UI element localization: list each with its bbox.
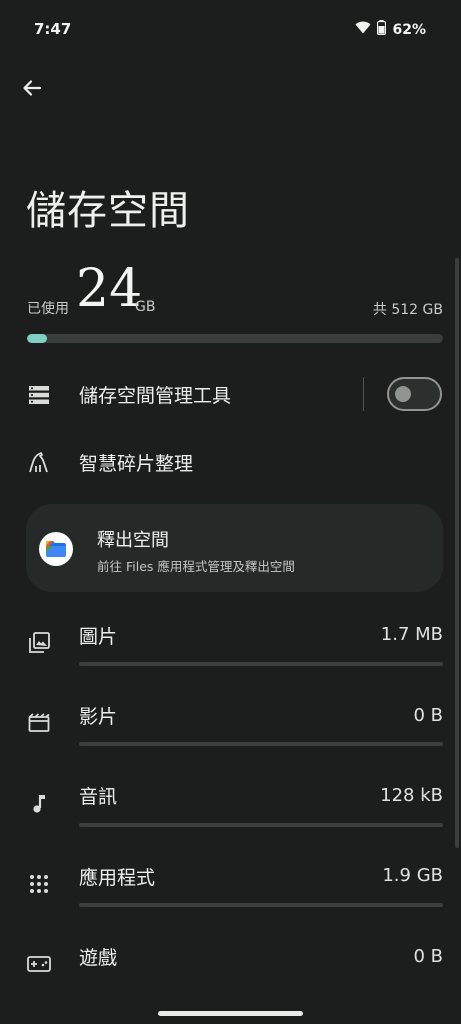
smart-defrag-label: 智慧碎片整理 — [79, 453, 194, 475]
total-capacity: 共 512 GB — [372, 302, 443, 318]
storage-icon — [25, 381, 53, 409]
used-label: 已使用 — [27, 301, 69, 317]
storage-manager-label: 儲存空間管理工具 — [79, 385, 232, 407]
arrow-left-icon — [22, 78, 42, 102]
toggle-knob — [395, 386, 411, 402]
storage-manager-toggle[interactable] — [387, 377, 442, 411]
category-value: 0 B — [413, 946, 443, 967]
free-up-title: 釋出空間 — [97, 530, 169, 551]
status-icons: 62% — [355, 20, 426, 39]
category-value: 1.9 GB — [382, 865, 443, 886]
music-note-icon — [25, 790, 53, 818]
category-label: 影片 — [79, 706, 118, 728]
status-time: 7:47 — [34, 20, 72, 38]
category-value: 128 kB — [380, 785, 443, 806]
category-label: 應用程式 — [79, 867, 156, 889]
category-value: 1.7 MB — [380, 624, 443, 645]
battery-icon — [377, 20, 387, 39]
video-icon — [25, 709, 53, 737]
category-value: 0 B — [413, 705, 443, 726]
category-bar — [79, 742, 443, 746]
free-up-space-card[interactable]: 釋出空間 前往 Files 應用程式管理及釋出空間 — [26, 504, 443, 592]
battery-percent: 62% — [392, 21, 426, 38]
files-app-icon — [39, 532, 73, 566]
category-label: 圖片 — [79, 626, 118, 648]
gamepad-icon — [25, 950, 53, 978]
free-up-subtitle: 前往 Files 應用程式管理及釋出空間 — [97, 559, 295, 574]
toggle-divider — [363, 377, 364, 411]
cleaning-icon — [25, 448, 53, 476]
used-unit: GB — [135, 299, 156, 315]
home-indicator[interactable] — [158, 1011, 303, 1016]
category-label: 音訊 — [79, 786, 118, 808]
page-title: 儲存空間 — [26, 188, 190, 234]
storage-usage-fill — [27, 334, 47, 343]
wifi-icon — [355, 21, 371, 38]
images-icon — [25, 629, 53, 657]
category-bar — [79, 823, 443, 827]
apps-grid-icon — [25, 870, 53, 898]
category-label: 遊戲 — [79, 947, 118, 969]
used-value: 24 — [76, 259, 143, 319]
category-bar — [79, 903, 443, 907]
back-button[interactable] — [18, 76, 46, 104]
status-bar: 7:47 62% — [0, 0, 461, 60]
category-bar — [79, 662, 443, 666]
scrollbar[interactable] — [455, 258, 459, 848]
storage-usage-bar — [27, 334, 443, 343]
